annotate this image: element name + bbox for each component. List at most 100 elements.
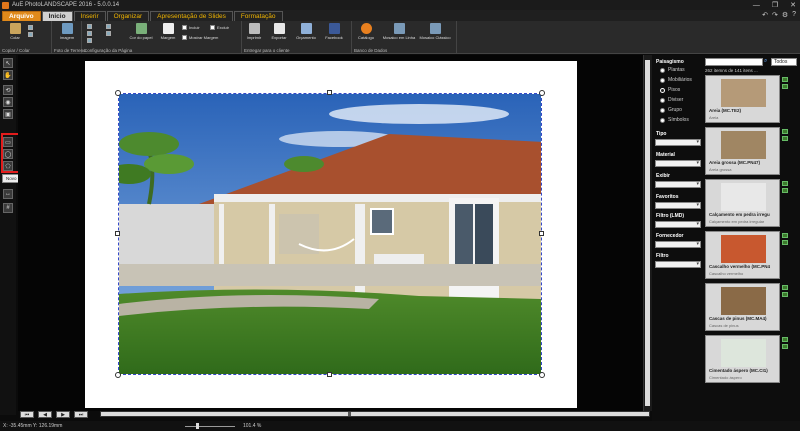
next-page-button[interactable]: ▶ — [56, 411, 70, 418]
zoom-out-icon[interactable] — [106, 31, 111, 36]
lmd-dropdown[interactable] — [655, 221, 701, 228]
resize-handle-right[interactable] — [539, 231, 544, 236]
crop-tool-icon[interactable]: ▣ — [3, 109, 13, 119]
texture-thumbnail — [721, 287, 766, 315]
favoritos-dropdown[interactable] — [655, 202, 701, 209]
favorite-icon[interactable] — [782, 240, 788, 245]
resize-handle-left[interactable] — [115, 231, 120, 236]
redo-icon[interactable]: ↷ — [772, 11, 778, 19]
favorite-icon[interactable] — [782, 344, 788, 349]
facebook-icon — [328, 23, 340, 34]
minimize-icon[interactable]: — — [753, 2, 760, 9]
add-to-project-icon[interactable] — [782, 285, 788, 290]
tab-inserir[interactable]: Inserir — [73, 11, 106, 21]
prev-page-button[interactable]: ◀ — [38, 411, 52, 418]
tab-organizar[interactable]: Organizar — [106, 11, 150, 21]
tipo-dropdown[interactable] — [655, 139, 701, 146]
copy-icon[interactable] — [28, 32, 33, 37]
favorite-icon[interactable] — [782, 292, 788, 297]
radio-grupo[interactable]: Grupo — [660, 107, 682, 113]
incluir-checkbox[interactable] — [182, 25, 187, 30]
tab-inicio[interactable]: Inicio — [41, 11, 73, 21]
settings-icon[interactable]: ⚙ — [782, 11, 788, 19]
texture-thumbnail — [721, 339, 766, 367]
add-to-project-icon[interactable] — [782, 181, 788, 186]
grid-tool-icon[interactable]: # — [3, 203, 13, 213]
catalog-item-areia[interactable]: Areia (MC.TE2) Areia — [705, 75, 780, 123]
fornecedor-dropdown[interactable] — [655, 241, 701, 248]
filter-label-favoritos: Favoritos — [656, 194, 679, 200]
add-to-project-icon[interactable] — [782, 233, 788, 238]
mosaico-linha-button[interactable]: Mosaico em Linha — [383, 23, 415, 45]
margem-button[interactable]: Margem — [159, 23, 177, 45]
category-filter-select[interactable]: Todos — [771, 58, 797, 66]
add-to-project-icon[interactable] — [782, 337, 788, 342]
imprimir-button[interactable]: Imprimir — [245, 23, 263, 45]
texture-thumbnail — [721, 79, 766, 107]
facebook-button[interactable]: Facebook — [325, 23, 343, 45]
radio-mobiliarios[interactable]: Mobiliários — [660, 77, 692, 83]
mostrar-margem-checkbox[interactable] — [182, 35, 187, 40]
radio-diviser[interactable]: Diviser — [660, 97, 683, 103]
zoom-slider-knob[interactable] — [196, 423, 199, 429]
zoom-slider-track[interactable] — [185, 426, 235, 427]
catalogo-button[interactable]: Catálogo — [357, 23, 375, 45]
pan-tool-icon[interactable]: ✋ — [3, 70, 13, 80]
measure-tool-icon[interactable]: ↔ — [3, 189, 13, 199]
filtro-dropdown[interactable] — [655, 261, 701, 268]
resize-handle-tl[interactable] — [115, 90, 121, 96]
select-tool-icon[interactable]: ↖ — [3, 58, 13, 68]
resize-handle-top[interactable] — [327, 90, 332, 95]
tab-apresentacao[interactable]: Apresentação de Slides — [150, 11, 233, 21]
catalog-item-calcamento[interactable]: Calçamento em pedra irregu Calçamento em… — [705, 179, 780, 227]
exportar-button[interactable]: Exportar — [270, 23, 288, 45]
cor-papel-button[interactable]: Cor do papel — [130, 23, 152, 45]
search-icon[interactable]: ⌕ — [764, 58, 770, 66]
catalog-search-input[interactable] — [705, 58, 763, 66]
vertical-scroll-thumb[interactable] — [645, 60, 650, 406]
excluir-checkbox[interactable] — [210, 25, 215, 30]
material-dropdown[interactable] — [655, 160, 701, 167]
mosaico-classico-button[interactable]: Mosaico Clássico — [419, 23, 451, 45]
catalog-item-areia-grossa[interactable]: Areia grossa (MC.PN47) Areia grossa — [705, 127, 780, 175]
add-to-project-icon[interactable] — [782, 129, 788, 134]
favorite-icon[interactable] — [782, 136, 788, 141]
radio-plantas[interactable]: Plantas — [660, 67, 685, 73]
catalog-item-cascas-pinus[interactable]: Cascas de pinus (MC.MA4) Cascas de pinus — [705, 283, 780, 331]
image-icon — [61, 23, 73, 34]
zoom-in-icon[interactable] — [106, 24, 111, 29]
colar-button[interactable]: Colar — [6, 23, 24, 45]
resize-handle-bl[interactable] — [115, 372, 121, 378]
imagem-button[interactable]: Imagem — [58, 23, 76, 45]
last-page-button[interactable]: ⏭ — [74, 411, 88, 418]
undo-icon[interactable]: ↶ — [762, 11, 768, 19]
resize-handle-tr[interactable] — [539, 90, 545, 96]
orientation-icon[interactable] — [87, 31, 92, 36]
rotate-tool-icon[interactable]: ⟲ — [3, 85, 13, 95]
page-size-icon[interactable] — [87, 24, 92, 29]
add-to-project-icon[interactable] — [782, 77, 788, 82]
horizontal-scrollbar[interactable] — [100, 411, 650, 417]
catalog-item-cascalho[interactable]: Cascalho vermelho (MC.PN4 Cascalho verme… — [705, 231, 780, 279]
restore-icon[interactable]: ❐ — [772, 1, 778, 9]
tab-formatacao[interactable]: Formatação — [233, 11, 283, 21]
exibir-dropdown[interactable] — [655, 181, 701, 188]
radio-simbolos[interactable]: Símbolos — [660, 117, 689, 123]
radio-pisos[interactable]: Pisos — [660, 87, 680, 93]
help-icon[interactable]: ? — [792, 11, 796, 19]
cut-icon[interactable] — [28, 25, 33, 30]
orcamento-button[interactable]: Orçamento — [296, 23, 316, 45]
filter-label-filtro: Filtro — [656, 253, 669, 259]
resize-handle-bottom[interactable] — [327, 372, 332, 377]
camera-tool-icon[interactable]: ◉ — [3, 97, 13, 107]
catalog-item-cimentado[interactable]: Cimentado áspero (MC.CI1) Cimentado áspe… — [705, 335, 780, 383]
favorite-icon[interactable] — [782, 84, 788, 89]
tab-arquivo[interactable]: Arquivo — [2, 11, 41, 21]
favorite-icon[interactable] — [782, 188, 788, 193]
house-photo[interactable] — [118, 93, 542, 375]
page-layout-icon[interactable] — [87, 38, 92, 43]
resize-handle-br[interactable] — [539, 372, 545, 378]
close-icon[interactable]: ✕ — [790, 1, 796, 9]
horizontal-scroll-thumb[interactable] — [348, 412, 351, 416]
first-page-button[interactable]: ⏮ — [20, 411, 34, 418]
